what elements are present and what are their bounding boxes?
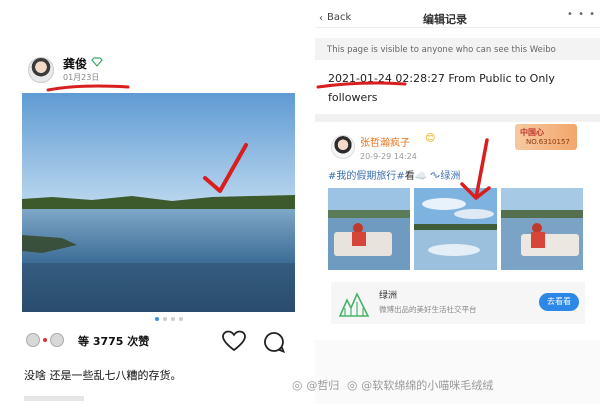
weibo-author-name[interactable]: 张哲瀚疯子	[360, 134, 410, 149]
edit-record-continuation: followers	[328, 91, 378, 104]
link-icon	[430, 172, 440, 178]
weibo-photo[interactable]	[328, 188, 411, 270]
verified-badge-icon	[91, 57, 103, 67]
weibo-photo-grid	[328, 188, 583, 270]
visibility-notice: This page is visible to anyone who can s…	[327, 45, 556, 55]
heart-icon[interactable]	[222, 330, 246, 352]
cloud-emoji-icon: ☁️	[414, 171, 428, 182]
topic-hashtag[interactable]: #我的假期旅行#	[328, 171, 405, 182]
heart-small-icon	[43, 338, 47, 342]
weibo-post-text: #我的假期旅行#看☁️ 绿洲	[328, 167, 460, 182]
weibo-photo[interactable]	[500, 188, 583, 270]
caption-more-placeholder	[24, 396, 84, 401]
weibo-photo[interactable]	[414, 188, 497, 270]
go-look-button[interactable]: 去看看	[539, 293, 579, 311]
weibo-logo-icon: ◎	[292, 378, 303, 392]
more-options-icon[interactable]: • • •	[567, 9, 596, 20]
section-separator	[315, 114, 600, 122]
watermark-user2: @软软绵绵的小喵咪毛绒绒	[361, 379, 494, 392]
carousel-indicator	[155, 317, 183, 321]
bottom-blank-area	[315, 340, 600, 404]
like-count[interactable]: 等 3775 次赞	[78, 333, 149, 349]
oasis-logo-icon	[338, 292, 370, 317]
page-title: 编辑记录	[423, 13, 467, 26]
liker-avatar[interactable]	[50, 333, 64, 347]
weibo-post-date: 20-9-29 14:24	[360, 152, 417, 161]
post-date: 01月23日	[63, 73, 100, 82]
badge-title: 中国心	[520, 128, 544, 137]
weibo-edit-record-panel: ‹ Back 编辑记录 • • • This page is visible t…	[315, 0, 600, 404]
liker-avatar[interactable]	[26, 333, 40, 347]
author-emoji-icon: 😊	[425, 133, 436, 144]
watermark-user1: @哲归	[306, 379, 340, 392]
oasis-app-card[interactable]: 绿洲 微博出品的美好生活社交平台 去看看	[331, 282, 585, 324]
weibo-logo-icon: ◎	[346, 378, 358, 392]
weibo-post-card[interactable]: 张哲瀚疯子 😊 20-9-29 14:24 中国心 NO.6310157 #我的…	[320, 124, 595, 331]
author-username[interactable]: 龚俊	[63, 55, 87, 72]
post-photo-lake[interactable]	[22, 93, 295, 312]
weibo-watermark: ◎ @哲归 ◎ @软软绵绵的小喵咪毛绒绒	[292, 377, 493, 393]
comment-icon[interactable]	[263, 331, 285, 353]
navigation-header: ‹ Back 编辑记录 • • •	[315, 0, 600, 28]
edit-record-timestamp: 2021-01-24 02:28:27 From Public to Only	[328, 72, 555, 85]
instagram-post-panel: 龚俊 01月23日 等 3775 次赞 没啥 还是一些乱七八糟的存货。	[0, 0, 300, 404]
post-text-plain: 看	[404, 171, 415, 182]
panel-divider	[300, 0, 315, 404]
liker-avatars[interactable]	[26, 333, 64, 347]
post-caption: 没啥 还是一些乱七八糟的存货。	[24, 369, 182, 382]
back-button[interactable]: Back	[327, 12, 351, 23]
weibo-author-avatar[interactable]	[331, 135, 355, 159]
location-link[interactable]: 绿洲	[440, 171, 460, 182]
author-avatar[interactable]	[28, 57, 54, 83]
badge-number: NO.6310157	[526, 138, 570, 146]
back-chevron-icon[interactable]: ‹	[319, 13, 323, 24]
oasis-app-name: 绿洲	[379, 291, 398, 301]
oasis-app-subtitle: 微博出品的美好生活社交平台	[379, 305, 477, 314]
